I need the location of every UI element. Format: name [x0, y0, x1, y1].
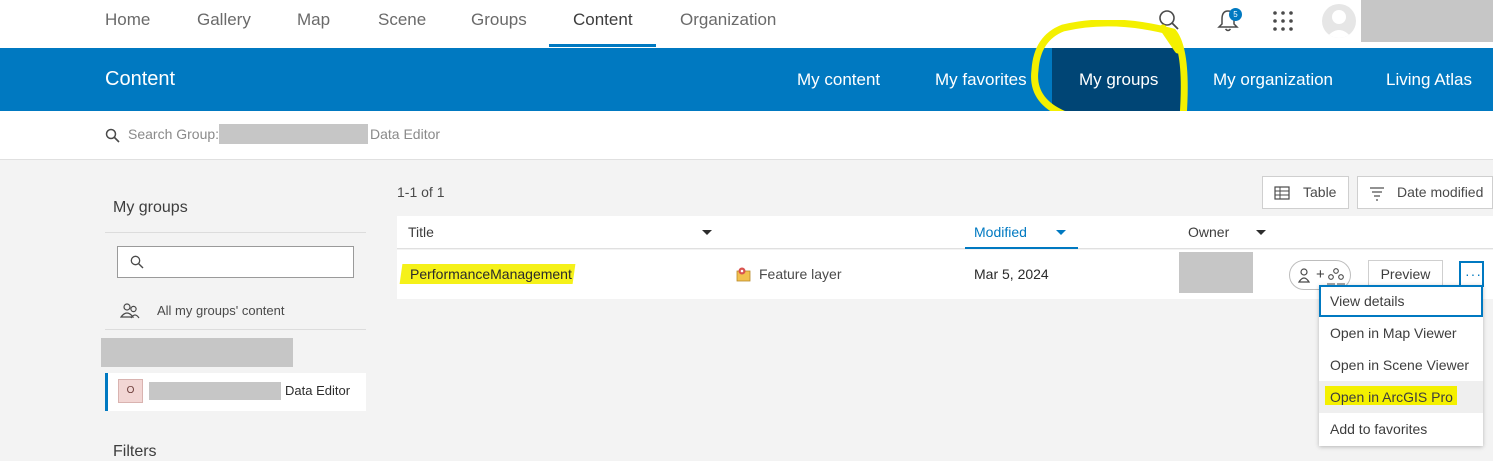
user-icon: [1297, 268, 1311, 283]
menu-item-open-map-viewer[interactable]: Open in Map Viewer: [1319, 317, 1483, 349]
nav-groups[interactable]: Groups: [471, 0, 527, 48]
sort-icon: [1370, 187, 1384, 201]
view-mode-button[interactable]: Table: [1262, 176, 1349, 209]
share-plus-label: +: [1316, 266, 1325, 283]
divider: [105, 232, 366, 233]
preview-button[interactable]: Preview: [1368, 260, 1443, 288]
divider: [105, 329, 366, 330]
page-title: Content: [105, 68, 176, 90]
chevron-down-icon[interactable]: [1256, 230, 1266, 235]
more-options-button[interactable]: ···: [1459, 261, 1484, 287]
menu-item-view-details[interactable]: View details: [1319, 285, 1483, 317]
group-label: Data Editor: [285, 383, 351, 398]
item-actions-menu: View details Open in Map Viewer Open in …: [1319, 285, 1483, 446]
column-header-modified[interactable]: Modified: [974, 224, 1027, 240]
content-header-bar: Content My content My favorites My group…: [0, 48, 1493, 111]
column-header-title[interactable]: Title: [408, 224, 434, 240]
tab-my-content[interactable]: My content: [797, 48, 880, 111]
user-name-redacted[interactable]: [1361, 0, 1493, 42]
nav-scene[interactable]: Scene: [378, 0, 426, 48]
users-icon: [120, 303, 140, 319]
nav-gallery[interactable]: Gallery: [197, 0, 251, 48]
group-name-redacted: [219, 124, 368, 144]
group-thumbnail: O: [118, 379, 143, 403]
search-suffix-label: Data Editor: [370, 126, 441, 142]
search-icon[interactable]: [1158, 9, 1180, 31]
chevron-down-icon[interactable]: [702, 230, 712, 235]
group-icon: [1327, 268, 1345, 285]
view-mode-label: Table: [1303, 184, 1337, 200]
sidebar-item-all-groups[interactable]: All my groups' content: [105, 296, 366, 328]
tab-living-atlas[interactable]: Living Atlas: [1386, 48, 1472, 111]
nav-home[interactable]: Home: [105, 0, 150, 48]
feature-layer-icon: [736, 267, 751, 282]
tab-my-organization[interactable]: My organization: [1213, 48, 1333, 111]
search-prefix-label: Search Group:: [128, 126, 220, 142]
user-avatar[interactable]: [1322, 4, 1356, 38]
table-icon: [1274, 186, 1290, 200]
nav-content[interactable]: Content: [573, 0, 633, 48]
group-filter-input[interactable]: [117, 246, 354, 278]
nav-organization[interactable]: Organization: [680, 0, 776, 48]
search-icon: [130, 255, 144, 269]
owner-redacted: [1179, 252, 1253, 293]
sidebar-item-label: All my groups' content: [157, 303, 285, 318]
sort-indicator: [965, 247, 1078, 249]
menu-item-open-scene-viewer[interactable]: Open in Scene Viewer: [1319, 349, 1483, 381]
tab-my-favorites[interactable]: My favorites: [935, 48, 1027, 111]
column-header-owner[interactable]: Owner: [1188, 224, 1229, 240]
menu-item-open-arcgis-pro[interactable]: Open in ArcGIS Pro: [1319, 381, 1483, 413]
group-search-bar[interactable]: Search Group: Data Editor: [0, 111, 1493, 160]
filters-heading: Filters: [113, 443, 157, 460]
nav-map[interactable]: Map: [297, 0, 330, 48]
sort-label: Date modified: [1397, 184, 1484, 200]
result-count: 1-1 of 1: [397, 184, 445, 200]
sort-button[interactable]: Date modified: [1357, 176, 1493, 209]
app-launcher-icon[interactable]: [1272, 10, 1294, 32]
notification-badge: 5: [1229, 8, 1242, 21]
tab-my-groups[interactable]: My groups: [1079, 48, 1158, 111]
table-header: Title Modified Owner: [397, 216, 1493, 249]
item-type: Feature layer: [759, 266, 842, 282]
chevron-down-icon[interactable]: [1056, 230, 1066, 235]
group-name-redacted: [149, 382, 281, 400]
ellipsis-icon: ···: [1465, 266, 1482, 282]
item-modified-date: Mar 5, 2024: [974, 266, 1049, 282]
sidebar-item-selected-group[interactable]: O Data Editor: [105, 373, 366, 411]
search-icon: [105, 128, 120, 143]
nav-active-indicator: [549, 44, 656, 47]
group-item-redacted[interactable]: [101, 338, 293, 367]
sidebar-title: My groups: [113, 199, 188, 216]
item-title-link[interactable]: PerformanceManagement: [410, 266, 572, 282]
menu-item-add-to-favorites[interactable]: Add to favorites: [1319, 413, 1483, 445]
top-navigation: Home Gallery Map Scene Groups Content Or…: [0, 0, 1493, 48]
